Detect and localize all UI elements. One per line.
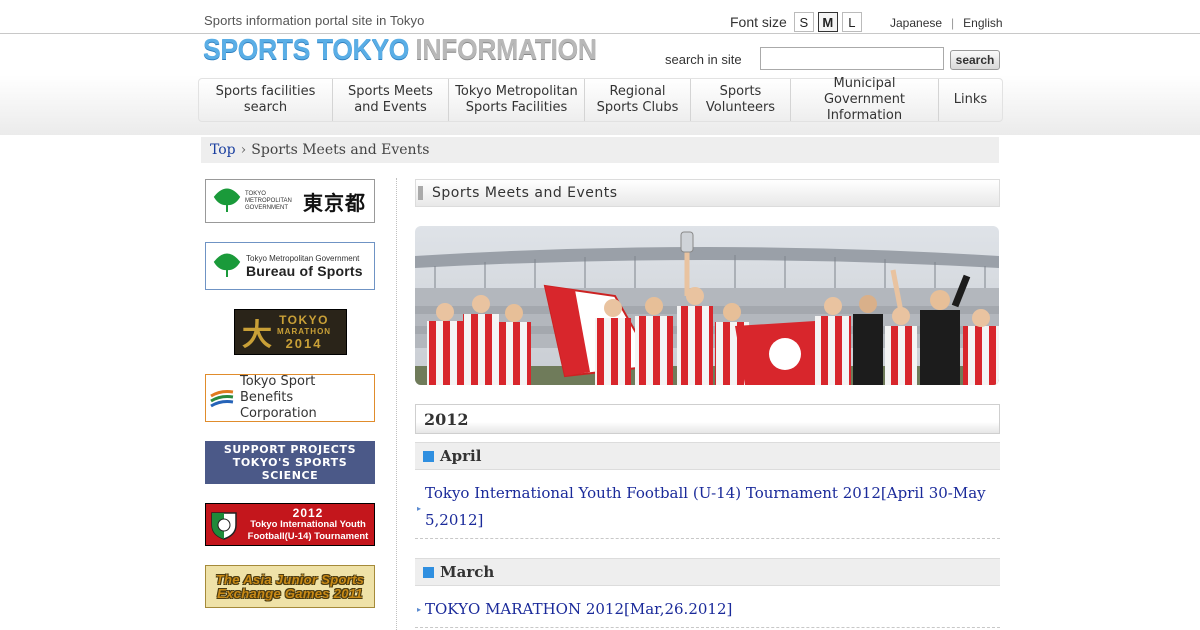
section-title-marker xyxy=(418,186,423,200)
event-link-u14-tournament-2012[interactable]: Tokyo International Youth Football (U-14… xyxy=(425,484,986,529)
u14-year: 2012 xyxy=(292,505,324,520)
nav-label-line2: search xyxy=(243,100,288,115)
triangle-bullet-icon: ▸ xyxy=(417,605,422,614)
nav-label-line1: Links xyxy=(953,92,988,107)
search-label: search in site xyxy=(665,52,742,67)
event-title-line1: Tokyo International Youth Football (U-14… xyxy=(425,484,986,502)
breadcrumb-top-link[interactable]: Top xyxy=(210,142,236,158)
banner-tokyo-metropolitan-government[interactable]: TOKYO METROPOLITAN GOVERNMENT 東京都 xyxy=(205,179,375,223)
nav-municipal-government-info[interactable]: Municipal Government Information xyxy=(791,76,939,123)
nav-label-line2: and Events xyxy=(354,100,427,115)
sidebar-divider xyxy=(396,178,397,630)
hero-photo xyxy=(415,226,999,385)
nav-label-line1: Sports Meets xyxy=(348,84,433,99)
nav-sports-volunteers[interactable]: Sports Volunteers xyxy=(691,79,791,121)
tournament-shield-icon xyxy=(211,511,237,540)
main-nav: Sports facilities search Sports Meets and … xyxy=(198,76,1003,123)
logo-sports-text: SPORTS TOKYO xyxy=(203,33,409,66)
banner-bureau-of-sports[interactable]: Tokyo Metropolitan Government Bureau of … xyxy=(205,242,375,290)
font-size-small-button[interactable]: S xyxy=(793,12,814,32)
banner-asia-junior-sports[interactable]: The Asia Junior Sports Exchange Games 20… xyxy=(205,565,375,608)
nav-label-line1: Municipal Government xyxy=(823,76,906,107)
nav-tokyo-metropolitan-facilities[interactable]: Tokyo Metropolitan Sports Facilities xyxy=(449,79,585,121)
search-button[interactable]: search xyxy=(950,50,1000,70)
event-title-line1: TOKYO MARATHON 2012[Mar,26.2012] xyxy=(425,600,733,618)
support-line1: SUPPORT PROJECTS xyxy=(223,443,357,456)
nav-label-line2: Information xyxy=(826,108,903,123)
section-title: Sports Meets and Events xyxy=(432,185,618,201)
header-divider xyxy=(0,33,1200,34)
asia-line1: The Asia Junior Sports xyxy=(215,571,365,587)
nav-label-line1: Regional xyxy=(609,84,666,99)
nav-label-line2: Sports Facilities xyxy=(465,100,568,115)
banner-tokyo-marathon-2014[interactable]: 大 TOKYO MARATHON 2014 xyxy=(234,309,347,355)
ginkgo-leaf-icon xyxy=(213,188,241,212)
event-title-line2: 5,2012] xyxy=(425,511,484,529)
language-english-link[interactable]: English xyxy=(963,16,1002,30)
event-link-tokyo-marathon-2012[interactable]: TOKYO MARATHON 2012[Mar,26.2012] xyxy=(425,600,732,618)
tsbc-line1: Tokyo Sport xyxy=(239,374,316,389)
site-logo[interactable]: SPORTS TOKYO INFORMATION xyxy=(203,34,597,66)
team-celebration-photo xyxy=(415,226,999,385)
section-title-bar: Sports Meets and Events xyxy=(415,179,1000,207)
u14-line1: Tokyo International Youth xyxy=(250,518,366,530)
language-switcher: Japanese | English xyxy=(890,16,1003,30)
nav-sports-meets-events[interactable]: Sports Meets and Events xyxy=(333,79,449,121)
triangle-bullet-icon: ▸ xyxy=(417,504,422,513)
tsbc-line2: Benefits Corporation xyxy=(239,390,317,421)
nav-links[interactable]: Links xyxy=(939,79,1002,121)
month-heading-march: March xyxy=(415,558,1000,586)
breadcrumb-separator: › xyxy=(240,142,247,158)
asia-line2: Exchange Games 2011 xyxy=(217,585,363,601)
search-input[interactable] xyxy=(760,47,944,70)
support-line2: TOKYO'S SPORTS SCIENCE xyxy=(232,456,348,482)
year-heading: 2012 xyxy=(415,404,1000,434)
swoosh-logo-icon xyxy=(210,390,234,408)
font-size-label: Font size xyxy=(730,14,787,30)
language-separator: | xyxy=(951,16,955,30)
logo-information-text: INFORMATION xyxy=(415,33,597,66)
bureau-big-text: Bureau of Sports xyxy=(246,262,363,279)
nav-label-line1: Tokyo Metropolitan xyxy=(455,84,578,99)
breadcrumb: Top › Sports Meets and Events xyxy=(201,137,999,163)
nav-label-line1: Sports facilities xyxy=(215,84,316,99)
font-size-large-button[interactable]: L xyxy=(841,12,862,32)
nav-label-line1: Sports xyxy=(719,84,762,99)
event-item: ▸ Tokyo International Youth Football (U-… xyxy=(415,480,1000,539)
marathon-line1: TOKYO xyxy=(279,313,330,327)
nav-label-line2: Sports Clubs xyxy=(596,100,679,115)
event-item: ▸ TOKYO MARATHON 2012[Mar,26.2012] xyxy=(415,596,1000,628)
banner-u14-tournament-2012[interactable]: 2012 Tokyo International Youth Football(… xyxy=(205,503,375,546)
nav-label-line2: Volunteers xyxy=(705,100,776,115)
breadcrumb-current: Sports Meets and Events xyxy=(251,142,430,158)
font-size-selector: Font size S M L xyxy=(730,12,866,32)
marathon-line3: 2014 xyxy=(285,336,323,351)
month-name: March xyxy=(440,563,495,581)
nav-sports-facilities-search[interactable]: Sports facilities search xyxy=(199,79,333,121)
nav-regional-sports-clubs[interactable]: Regional Sports Clubs xyxy=(585,79,691,121)
ginkgo-leaf-icon xyxy=(213,253,241,277)
month-heading-april: April xyxy=(415,442,1000,470)
marathon-logo-mark: 大 xyxy=(242,318,272,353)
site-tagline: Sports information portal site in Tokyo xyxy=(204,13,425,28)
gov-kanji-text: 東京都 xyxy=(303,190,366,215)
bureau-small-text: Tokyo Metropolitan Government xyxy=(246,253,360,263)
font-size-medium-button[interactable]: M xyxy=(817,12,838,32)
month-square-icon xyxy=(423,566,434,578)
gov-small-text: TOKYO METROPOLITAN GOVERNMENT xyxy=(245,190,292,211)
language-japanese-link[interactable]: Japanese xyxy=(890,16,942,30)
month-square-icon xyxy=(423,450,434,462)
banner-tokyo-sport-benefits[interactable]: Tokyo Sport Benefits Corporation xyxy=(205,374,375,422)
banner-support-projects[interactable]: SUPPORT PROJECTS TOKYO'S SPORTS SCIENCE xyxy=(205,441,375,484)
u14-line2: Football(U-14) Tournament xyxy=(247,530,369,542)
month-name: April xyxy=(440,447,482,465)
